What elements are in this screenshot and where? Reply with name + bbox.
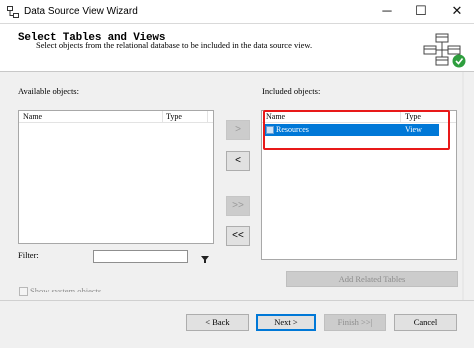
add-related-tables-button[interactable]: Add Related Tables xyxy=(286,271,458,287)
title-bar: Data Source View Wizard ─ ☐ ✕ xyxy=(0,0,474,24)
available-list-header: Name Type xyxy=(19,111,213,123)
wizard-header: Select Tables and Views Select objects f… xyxy=(0,24,474,72)
funnel-icon[interactable] xyxy=(201,256,209,263)
add-selected-button[interactable]: > xyxy=(226,120,250,140)
maximize-button[interactable]: ☐ xyxy=(404,0,438,24)
page-subtitle: Select objects from the relational datab… xyxy=(36,40,313,50)
next-button[interactable]: Next > xyxy=(256,314,316,331)
show-system-objects-label: Show system objects xyxy=(30,286,102,292)
column-divider xyxy=(207,111,208,122)
column-header-name[interactable]: Name xyxy=(23,112,42,121)
finish-button[interactable]: Finish >>| xyxy=(324,314,386,331)
remove-all-button[interactable]: << xyxy=(226,226,250,246)
show-system-objects-checkbox[interactable] xyxy=(19,287,28,296)
annotation-highlight-box xyxy=(263,110,450,150)
minimize-button[interactable]: ─ xyxy=(370,0,404,24)
filter-label: Filter: xyxy=(18,250,39,260)
add-all-button[interactable]: >> xyxy=(226,196,250,216)
remove-selected-button[interactable]: < xyxy=(226,151,250,171)
data-source-view-icon xyxy=(7,6,19,18)
included-objects-label: Included objects: xyxy=(262,86,321,96)
column-divider xyxy=(162,111,163,122)
filter-input[interactable] xyxy=(93,250,188,263)
back-button[interactable]: < Back xyxy=(186,314,249,331)
window-title: Data Source View Wizard xyxy=(24,6,138,17)
footer-divider xyxy=(0,300,474,301)
close-button[interactable]: ✕ xyxy=(440,0,474,24)
table-diagram-check-icon xyxy=(423,33,466,68)
available-objects-list[interactable]: Name Type xyxy=(18,110,214,244)
available-objects-label: Available objects: xyxy=(18,86,79,96)
dialog-edge xyxy=(462,72,464,300)
cancel-button[interactable]: Cancel xyxy=(394,314,457,331)
column-header-type[interactable]: Type xyxy=(166,112,182,121)
